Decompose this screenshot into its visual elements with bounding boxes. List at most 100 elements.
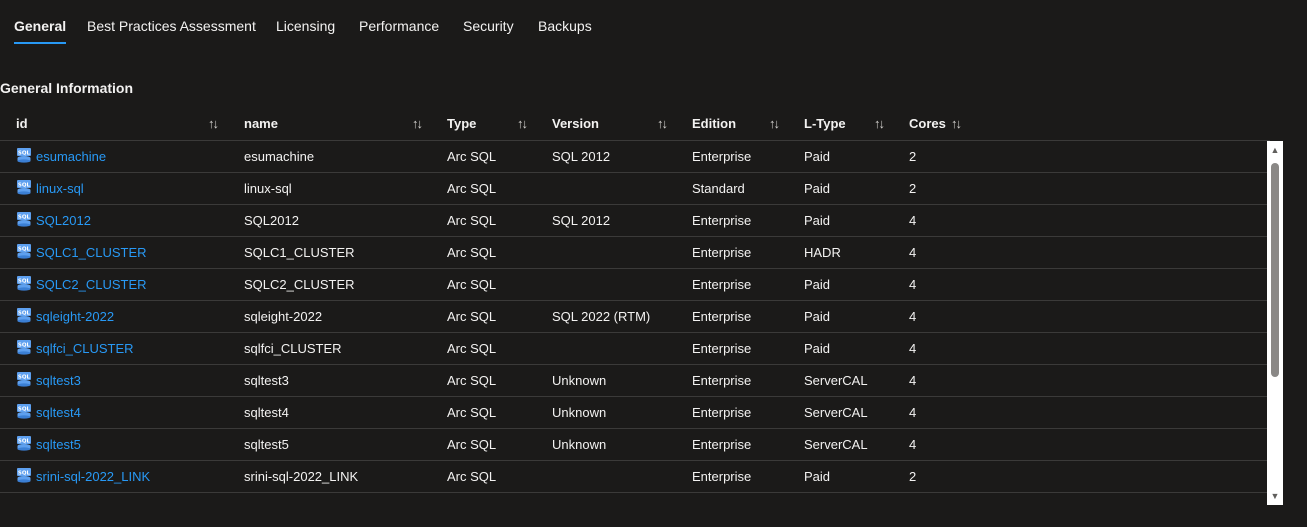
cell-version: SQL 2012 [552, 149, 611, 164]
svg-text:SQL: SQL [18, 407, 31, 413]
sort-icon-type[interactable]: ↑↓ [517, 108, 528, 140]
cell-edition: Enterprise [692, 309, 752, 324]
column-header-id[interactable]: id [16, 108, 28, 140]
resource-link[interactable]: SQLC1_CLUSTER [36, 237, 147, 268]
cell-edition: Enterprise [692, 373, 752, 388]
table-row[interactable]: SQL sqleight-2022 sqleight-2022 Arc SQL SQL … [0, 301, 1268, 333]
scroll-down-icon[interactable]: ▼ [1267, 489, 1283, 503]
cell-edition: Standard [692, 181, 745, 196]
tab-backups[interactable]: Backups [538, 18, 592, 34]
table-row[interactable]: SQL srini-sql-2022_LINK srini-sql-2022_LIN… [0, 461, 1268, 493]
column-header-cores[interactable]: Cores [909, 108, 946, 140]
cell-cores: 4 [909, 437, 917, 452]
sql-database-icon: SQL [16, 307, 32, 323]
cell-edition: Enterprise [692, 213, 752, 228]
column-header-l-type[interactable]: L-Type [804, 108, 846, 140]
svg-text:SQL: SQL [18, 279, 31, 285]
table-row[interactable]: SQL SQLC1_CLUSTER SQLC1_CLUSTER Arc SQL Ente… [0, 237, 1268, 269]
table-row[interactable]: SQL sqltest5 sqltest5 Arc SQL Unknown Enterpr… [0, 429, 1268, 461]
cell-name: sqltest5 [244, 437, 289, 452]
tab-performance[interactable]: Performance [359, 18, 439, 34]
tab-best-practices-assessment[interactable]: Best Practices Assessment [87, 18, 256, 34]
cell-name: srini-sql-2022_LINK [244, 469, 359, 484]
cell-cores: 2 [909, 149, 917, 164]
cell-name: SQLC1_CLUSTER [244, 245, 355, 260]
tab-security[interactable]: Security [463, 18, 514, 34]
cell-name: sqltest4 [244, 405, 289, 420]
sql-database-icon: SQL [16, 371, 32, 387]
cell-edition: Enterprise [692, 469, 752, 484]
column-header-version[interactable]: Version [552, 108, 599, 140]
data-grid: id ↑↓ name ↑↓ Type ↑↓ Version ↑↓ Edition… [0, 108, 1283, 505]
cell-version: SQL 2022 (RTM) [552, 309, 651, 324]
cell-name: sqleight-2022 [244, 309, 323, 324]
cell-edition: Enterprise [692, 405, 752, 420]
cell-type: Arc SQL [447, 405, 497, 420]
scroll-up-icon[interactable]: ▲ [1267, 143, 1283, 157]
cell-type: Arc SQL [447, 341, 497, 356]
table-row[interactable]: SQL SQL2012 SQL2012 Arc SQL SQL 2012 Enterpri… [0, 205, 1268, 237]
resource-link[interactable]: srini-sql-2022_LINK [36, 461, 150, 492]
cell-edition: Enterprise [692, 245, 752, 260]
sort-icon-l-type[interactable]: ↑↓ [874, 108, 885, 140]
resource-link[interactable]: SQLC2_CLUSTER [36, 269, 147, 300]
table-row[interactable]: SQL sqlfci_CLUSTER sqlfci_CLUSTER Arc SQL En… [0, 333, 1268, 365]
cell-name: SQL2012 [244, 213, 299, 228]
svg-text:SQL: SQL [18, 343, 31, 349]
cell-version: SQL 2012 [552, 213, 611, 228]
tab-general[interactable]: General [14, 18, 67, 44]
cell-ltype: Paid [804, 309, 831, 324]
cell-cores: 4 [909, 373, 917, 388]
cell-ltype: ServerCAL [804, 405, 868, 420]
sql-database-icon: SQL [16, 275, 32, 291]
svg-text:SQL: SQL [18, 247, 31, 253]
tab-licensing[interactable]: Licensing [276, 18, 335, 34]
cell-cores: 4 [909, 277, 917, 292]
resource-link[interactable]: SQL2012 [36, 205, 91, 236]
resource-link[interactable]: sqltest3 [36, 365, 81, 396]
cell-ltype: Paid [804, 149, 831, 164]
column-header-type[interactable]: Type [447, 108, 476, 140]
scrollbar-thumb[interactable] [1271, 163, 1279, 377]
cell-name: sqltest3 [244, 373, 289, 388]
cell-type: Arc SQL [447, 181, 497, 196]
cell-type: Arc SQL [447, 245, 497, 260]
sort-icon-name[interactable]: ↑↓ [412, 108, 423, 140]
grid-header: id ↑↓ name ↑↓ Type ↑↓ Version ↑↓ Edition… [0, 108, 1270, 141]
cell-cores: 4 [909, 341, 917, 356]
column-header-name[interactable]: name [244, 108, 278, 140]
sort-icon-version[interactable]: ↑↓ [657, 108, 668, 140]
svg-text:SQL: SQL [18, 471, 31, 477]
cell-ltype: ServerCAL [804, 437, 868, 452]
cell-cores: 4 [909, 245, 917, 260]
sql-database-icon: SQL [16, 147, 32, 163]
vertical-scrollbar[interactable]: ▲ ▼ [1267, 141, 1283, 505]
cell-edition: Enterprise [692, 149, 752, 164]
resource-link[interactable]: sqleight-2022 [36, 301, 114, 332]
resource-link[interactable]: sqlfci_CLUSTER [36, 333, 134, 364]
sql-database-icon: SQL [16, 179, 32, 195]
sort-icon-edition[interactable]: ↑↓ [769, 108, 780, 140]
table-row[interactable]: SQL sqltest3 sqltest3 Arc SQL Unknown Enterpr… [0, 365, 1268, 397]
sort-icon-cores[interactable]: ↑↓ [951, 108, 962, 140]
cell-ltype: HADR [804, 245, 841, 260]
column-header-edition[interactable]: Edition [692, 108, 736, 140]
sql-database-icon: SQL [16, 211, 32, 227]
sql-database-icon: SQL [16, 243, 32, 259]
cell-cores: 4 [909, 405, 917, 420]
resource-link[interactable]: esumachine [36, 141, 106, 172]
cell-edition: Enterprise [692, 437, 752, 452]
resource-link[interactable]: sqltest5 [36, 429, 81, 460]
resource-link[interactable]: linux-sql [36, 173, 84, 204]
sort-icon-id[interactable]: ↑↓ [208, 108, 219, 140]
cell-ltype: Paid [804, 277, 831, 292]
table-row[interactable]: SQL esumachine esumachine Arc SQL SQL 2012 En… [0, 141, 1268, 173]
table-row[interactable]: SQL SQLC2_CLUSTER SQLC2_CLUSTER Arc SQL Ente… [0, 269, 1268, 301]
table-row[interactable]: SQL linux-sql linux-sql Arc SQL Standard Paid… [0, 173, 1268, 205]
cell-type: Arc SQL [447, 437, 497, 452]
page: General Best Practices Assessment Licens… [0, 0, 1307, 527]
cell-cores: 4 [909, 309, 917, 324]
cell-type: Arc SQL [447, 213, 497, 228]
resource-link[interactable]: sqltest4 [36, 397, 81, 428]
table-row[interactable]: SQL sqltest4 sqltest4 Arc SQL Unknown Enterpr… [0, 397, 1268, 429]
